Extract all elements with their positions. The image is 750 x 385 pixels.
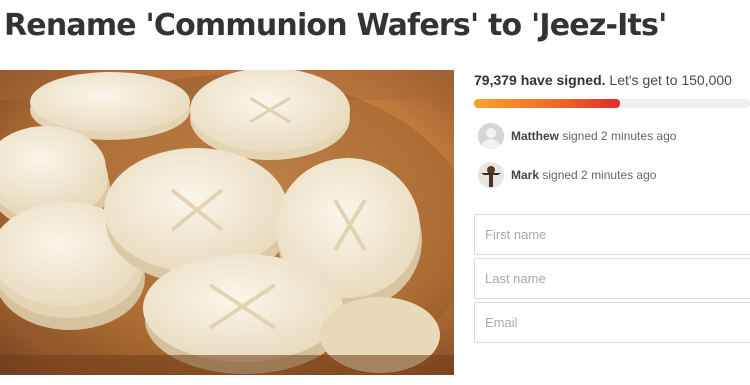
signer-action: signed 2 minutes ago (562, 129, 677, 143)
wafers-illustration (0, 70, 454, 375)
signature-count: 79,379 have signed. (474, 72, 606, 88)
default-avatar-icon (478, 123, 504, 149)
signature-goal: Let's get to 150,000 (609, 72, 732, 88)
email-field[interactable] (474, 302, 750, 343)
petition-title: Rename 'Communion Wafers' to 'Jeez-Its' (4, 8, 667, 43)
signature-progress-fill (474, 99, 620, 108)
petition-sidebar: 79,379 have signed. Let's get to 150,000… (474, 70, 750, 375)
photo-avatar-icon (478, 162, 504, 188)
signature-progress-bar (474, 99, 750, 108)
signer-name: Mark (511, 168, 540, 182)
first-name-field[interactable] (474, 214, 750, 255)
last-name-field[interactable] (474, 258, 750, 299)
signer-action: signed 2 minutes ago (542, 168, 657, 182)
recent-signer: Mark signed 2 minutes ago (474, 162, 750, 190)
communion-wafers-image (0, 70, 454, 375)
signer-name: Matthew (511, 129, 559, 143)
recent-signer: Matthew signed 2 minutes ago (474, 123, 750, 151)
signature-goal-line: 79,379 have signed. Let's get to 150,000 (474, 72, 732, 88)
